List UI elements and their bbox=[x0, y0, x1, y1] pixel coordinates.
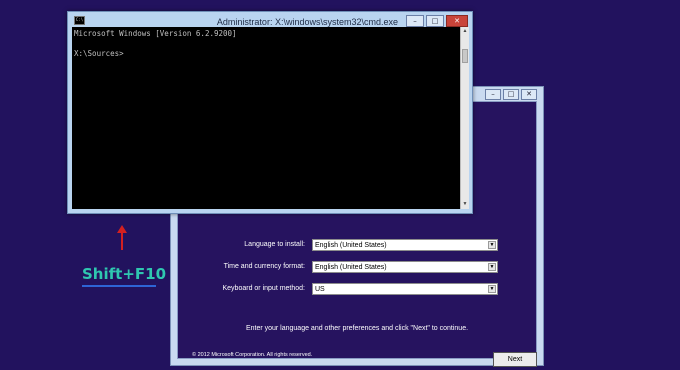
time-currency-select[interactable]: English (United States) ▼ bbox=[312, 261, 498, 273]
cmd-window-controls: – □ ✕ bbox=[406, 15, 468, 27]
chevron-down-icon[interactable]: ▼ bbox=[488, 263, 496, 271]
keyboard-select-value: US bbox=[315, 286, 325, 293]
next-button[interactable]: Next bbox=[493, 352, 537, 367]
scroll-thumb[interactable] bbox=[462, 49, 468, 63]
setup-maximize-button[interactable]: □ bbox=[503, 89, 519, 100]
copyright-text: © 2012 Microsoft Corporation. All rights… bbox=[192, 352, 313, 358]
arrow-up-icon bbox=[117, 225, 127, 250]
cmd-window: C:\ Administrator: X:\windows\system32\c… bbox=[67, 11, 473, 214]
time-currency-label: Time and currency format: bbox=[223, 263, 305, 270]
console-line: X:\Sources> bbox=[74, 49, 124, 58]
console-output[interactable]: Microsoft Windows [Version 6.2.9200] X:\… bbox=[72, 27, 460, 209]
console-line: Microsoft Windows [Version 6.2.9200] bbox=[74, 29, 237, 38]
setup-close-button[interactable]: ✕ bbox=[521, 89, 537, 100]
time-currency-row: Time and currency format: English (Unite… bbox=[178, 261, 536, 275]
keyboard-row: Keyboard or input method: US ▼ bbox=[178, 283, 536, 297]
cmd-close-button[interactable]: ✕ bbox=[446, 15, 468, 27]
shortcut-underline bbox=[82, 285, 156, 287]
setup-minimize-button[interactable]: – bbox=[485, 89, 501, 100]
language-row: Language to install: English (United Sta… bbox=[178, 239, 536, 253]
language-select[interactable]: English (United States) ▼ bbox=[312, 239, 498, 251]
cmd-minimize-button[interactable]: – bbox=[406, 15, 424, 27]
chevron-down-icon[interactable]: ▼ bbox=[488, 241, 496, 249]
instruction-text: Enter your language and other preference… bbox=[245, 325, 469, 332]
chevron-down-icon[interactable]: ▼ bbox=[488, 285, 496, 293]
time-currency-select-value: English (United States) bbox=[315, 264, 387, 271]
shortcut-label: Shift+F10 bbox=[82, 265, 167, 283]
scroll-down-icon[interactable]: ▼ bbox=[461, 200, 469, 209]
language-label: Language to install: bbox=[244, 241, 305, 248]
setup-window-controls: – □ ✕ bbox=[485, 89, 537, 100]
cmd-title: Administrator: X:\windows\system32\cmd.e… bbox=[216, 17, 398, 27]
keyboard-label: Keyboard or input method: bbox=[222, 285, 306, 292]
cmd-maximize-button[interactable]: □ bbox=[426, 15, 444, 27]
language-select-value: English (United States) bbox=[315, 242, 387, 249]
cmd-scrollbar[interactable]: ▲ ▼ bbox=[460, 27, 469, 209]
scroll-up-icon[interactable]: ▲ bbox=[461, 27, 469, 36]
keyboard-select[interactable]: US ▼ bbox=[312, 283, 498, 295]
